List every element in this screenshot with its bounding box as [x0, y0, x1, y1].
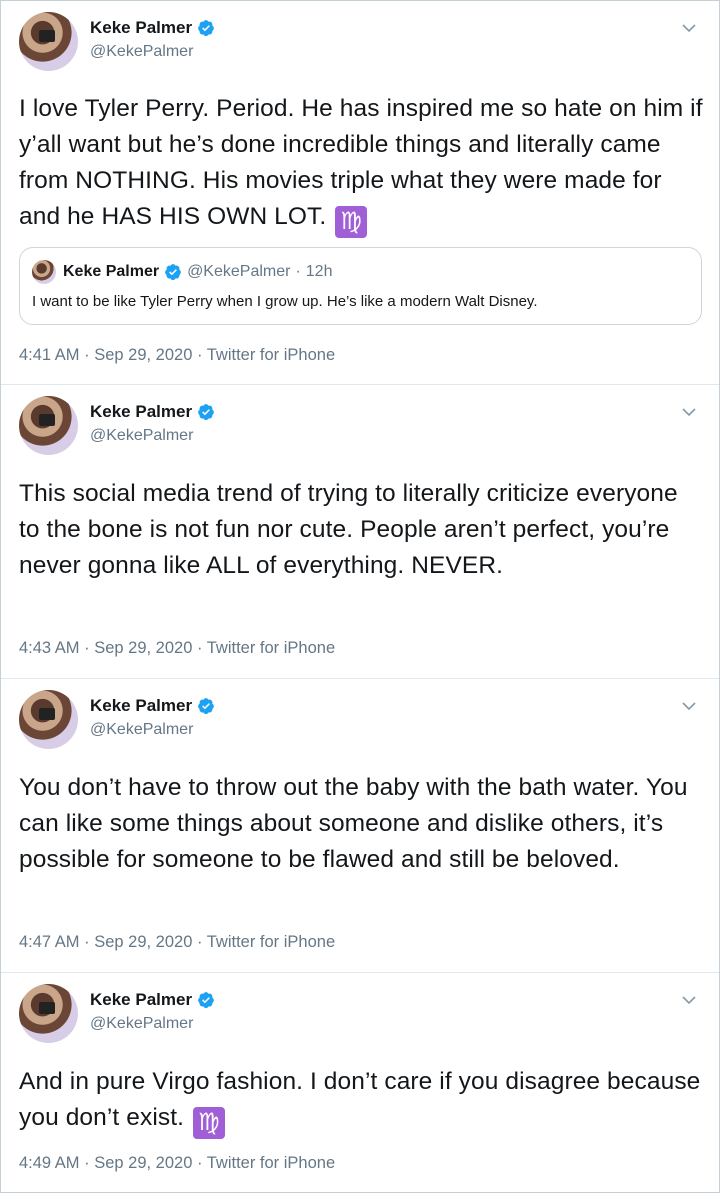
- verified-badge-icon: [198, 698, 214, 715]
- tweet[interactable]: Keke Palmer @KekePalmer I love Tyler Per…: [1, 1, 719, 385]
- tweet[interactable]: Keke Palmer @KekePalmer You don’t have t…: [1, 679, 719, 973]
- tweet[interactable]: Keke Palmer @KekePalmer And in pure Virg…: [1, 973, 719, 1192]
- tweet-text: I love Tyler Perry. Period. He has inspi…: [19, 91, 703, 238]
- tweet-text: You don’t have to throw out the baby wit…: [19, 774, 688, 873]
- author-handle[interactable]: @KekePalmer: [90, 427, 193, 445]
- quoted-author-handle: @KekePalmer: [187, 263, 291, 280]
- quoted-separator: ·: [295, 263, 301, 280]
- chevron-down-icon[interactable]: [681, 698, 697, 714]
- author-handle[interactable]: @KekePalmer: [90, 1015, 193, 1033]
- chevron-down-icon[interactable]: [681, 404, 697, 420]
- chevron-down-icon[interactable]: [681, 20, 697, 36]
- avatar[interactable]: [19, 396, 78, 455]
- tweet-text: This social media trend of trying to lit…: [19, 480, 678, 579]
- avatar[interactable]: [19, 12, 78, 71]
- virgo-emoji-icon: ♍: [335, 206, 368, 238]
- tweet-text: And in pure Virgo fashion. I don’t care …: [19, 1064, 703, 1139]
- quoted-author-name: Keke Palmer: [63, 263, 160, 280]
- verified-badge-icon: [198, 992, 214, 1009]
- author-handle[interactable]: @KekePalmer: [90, 721, 193, 739]
- tweet-thread: Keke Palmer @KekePalmer I love Tyler Per…: [0, 0, 720, 1193]
- quoted-timestamp: 12h: [305, 263, 333, 280]
- verified-badge-icon: [198, 20, 214, 37]
- tweet[interactable]: Keke Palmer @KekePalmer This social medi…: [1, 385, 719, 679]
- tweet-timestamp[interactable]: 4:47 AM · Sep 29, 2020 · Twitter for iPh…: [19, 933, 335, 952]
- tweet-timestamp[interactable]: 4:49 AM · Sep 29, 2020 · Twitter for iPh…: [19, 1154, 335, 1173]
- author-handle[interactable]: @KekePalmer: [90, 43, 193, 61]
- author-name[interactable]: Keke Palmer: [90, 990, 192, 1010]
- quoted-avatar: [32, 260, 56, 284]
- tweet-timestamp[interactable]: 4:43 AM · Sep 29, 2020 · Twitter for iPh…: [19, 639, 335, 658]
- quoted-tweet[interactable]: Keke Palmer @KekePalmer · 12h I want to …: [19, 247, 702, 325]
- virgo-emoji-icon: ♍: [192, 1107, 225, 1139]
- verified-badge-icon: [198, 404, 214, 421]
- tweet-timestamp[interactable]: 4:41 AM · Sep 29, 2020 · Twitter for iPh…: [19, 346, 335, 365]
- avatar[interactable]: [19, 690, 78, 749]
- avatar[interactable]: [19, 984, 78, 1043]
- verified-badge-icon: [165, 264, 181, 281]
- chevron-down-icon[interactable]: [681, 992, 697, 1008]
- author-name[interactable]: Keke Palmer: [90, 696, 192, 716]
- author-name[interactable]: Keke Palmer: [90, 402, 192, 422]
- quoted-text: I want to be like Tyler Perry when I gro…: [32, 293, 538, 310]
- author-name[interactable]: Keke Palmer: [90, 18, 192, 38]
